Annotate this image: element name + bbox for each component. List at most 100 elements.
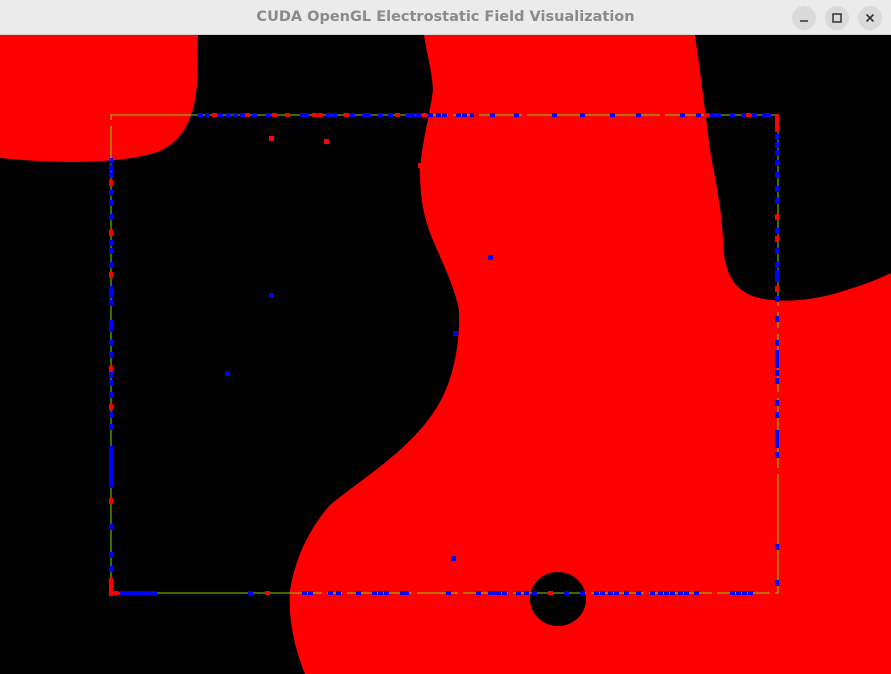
negative-charge [775,436,779,442]
negative-charge [775,228,779,234]
negative-charge [350,113,355,117]
negative-charge [710,113,715,117]
negative-charge [248,591,253,595]
negative-charge [775,378,779,384]
negative-charge [532,591,537,595]
positive-charge [285,113,290,117]
positive-charge [109,120,113,126]
positive-charge [312,113,317,117]
negative-charge [664,591,669,595]
negative-charge [109,470,113,476]
negative-charge [304,113,309,117]
negative-charge [514,113,519,117]
negative-charge [109,340,113,346]
negative-charge [109,165,113,171]
positive-charge [322,591,327,595]
positive-charge [342,591,347,595]
negative-charge [775,316,779,322]
negative-charge [775,452,779,458]
positive-charge [422,113,427,117]
negative-charge [446,591,451,595]
negative-charge [436,113,441,117]
negative-charge [775,248,779,254]
positive-charge [114,591,119,595]
negative-charge [730,113,735,117]
positive-charge [324,139,329,144]
maximize-icon [832,13,842,23]
positive-charge [522,113,527,117]
negative-charge [775,296,779,302]
negative-charge [775,276,779,282]
negative-charge [476,591,481,595]
negative-charge [694,591,699,595]
negative-charge [496,591,501,595]
negative-charge [680,113,685,117]
positive-charge [775,126,779,132]
negative-charge [600,591,605,595]
negative-charge [198,113,203,117]
negative-charge [775,172,779,178]
negative-charge [775,150,779,156]
positive-charge [109,584,113,590]
negative-charge [775,370,779,376]
negative-charge [308,591,313,595]
negative-charge [109,300,113,306]
minimize-button[interactable] [792,6,816,30]
negative-charge [109,458,113,464]
negative-charge [742,591,747,595]
field-visualization-canvas[interactable] [0,35,891,674]
negative-charge [109,552,113,558]
close-button[interactable] [858,6,882,30]
negative-charge [775,270,779,276]
negative-charge [775,580,779,586]
negative-charge [366,113,371,117]
negative-charge [109,248,113,254]
positive-charge [775,392,779,398]
positive-charge [109,230,113,236]
negative-charge [410,113,415,117]
negative-charge [266,113,271,117]
negative-charge [226,113,231,117]
negative-charge [752,113,757,117]
negative-charge [109,482,113,488]
positive-charge [109,180,113,186]
maximize-button[interactable] [825,6,849,30]
negative-charge [684,591,689,595]
negative-charge [516,591,521,595]
positive-charge [344,113,349,117]
window-title: CUDA OpenGL Electrostatic Field Visualiz… [256,9,635,25]
negative-charge [442,113,447,117]
negative-charge [775,442,779,448]
negative-charge [775,134,779,140]
negative-charge [328,591,333,595]
positive-charge [412,591,417,595]
negative-charge [416,113,421,117]
negative-charge [109,452,113,458]
negative-charge [218,113,223,117]
negative-charge [109,524,113,530]
negative-charge [109,446,113,452]
field-visualization-svg [0,35,891,674]
negative-charge [152,591,157,595]
negative-charge [775,400,779,406]
positive-charge [245,113,250,117]
negative-charge [109,476,113,482]
negative-charge [775,362,779,368]
positive-charge [109,366,113,372]
negative-charge [736,591,741,595]
negative-charge [580,591,585,595]
positive-charge [660,113,665,117]
negative-charge [428,113,433,117]
positive-charge [272,113,277,117]
positive-charge [395,113,400,117]
positive-charge [775,120,779,126]
negative-charge [608,591,613,595]
negative-charge [109,320,113,326]
negative-charge [109,372,113,378]
negative-charge [109,190,113,196]
negative-charge [404,591,409,595]
negative-charge [109,352,113,358]
negative-charge [490,113,495,117]
negative-charge [269,293,274,298]
negative-charge [233,113,238,117]
